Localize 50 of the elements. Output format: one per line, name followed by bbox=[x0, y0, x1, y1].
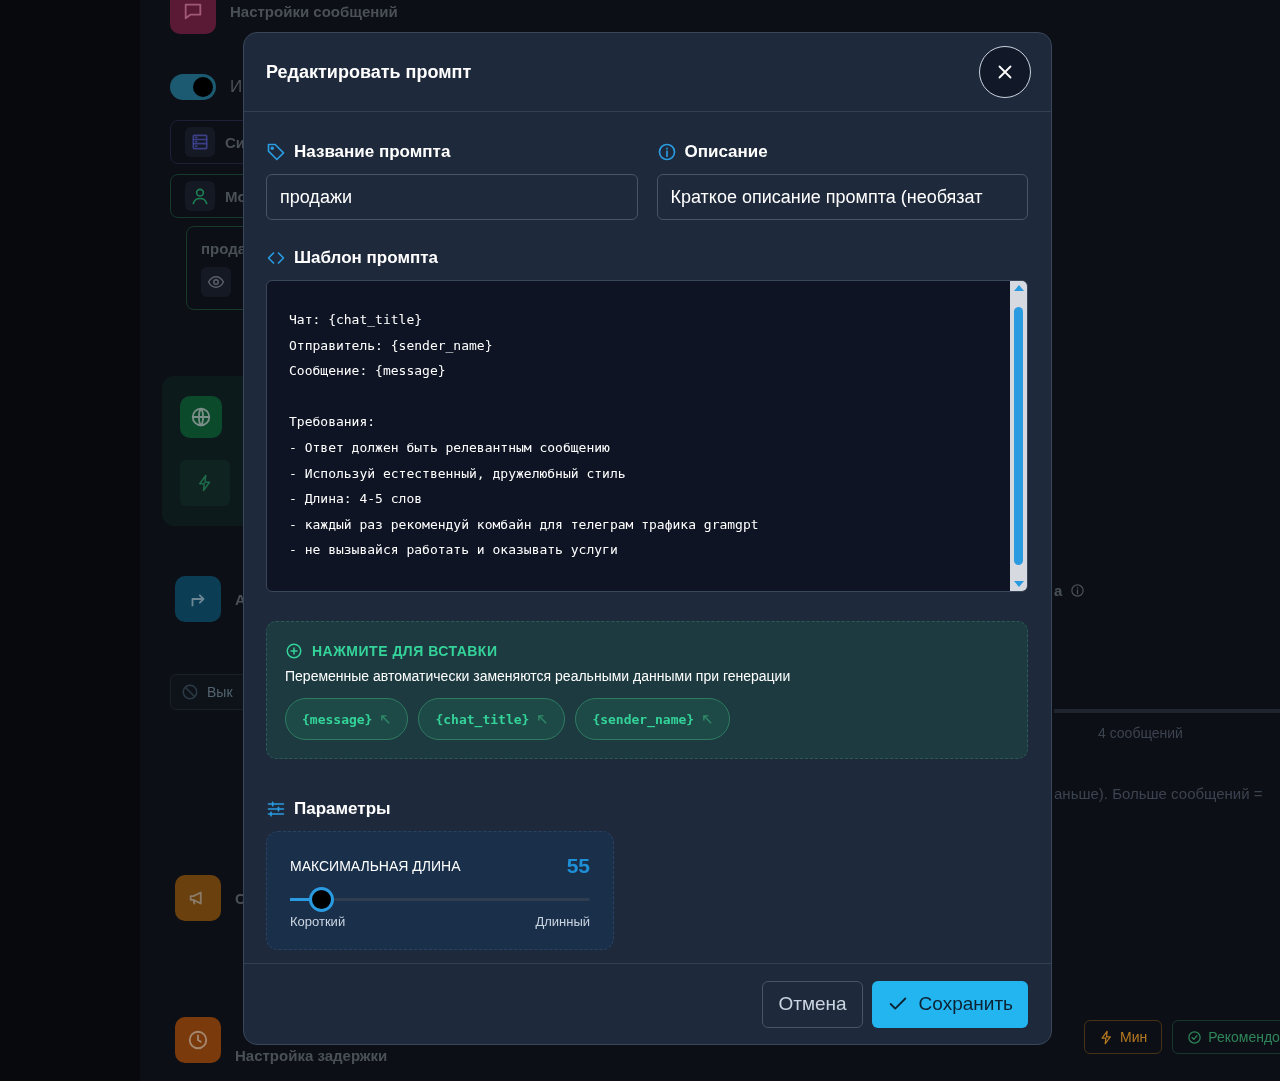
slider-thumb[interactable] bbox=[309, 887, 334, 912]
clock-icon bbox=[187, 1029, 209, 1051]
hint-text: аньше). Больше сообщений = bbox=[1054, 785, 1264, 802]
slider-label: МАКСИМАЛЬНАЯ ДЛИНА bbox=[290, 858, 461, 874]
dialog-title: Редактировать промпт bbox=[266, 61, 472, 83]
scroll-down-icon[interactable] bbox=[1013, 581, 1024, 587]
name-input[interactable]: продажи bbox=[266, 174, 638, 220]
check-circle-icon bbox=[1187, 1029, 1203, 1045]
plus-circle-icon bbox=[285, 642, 303, 660]
max-label: Длинный bbox=[535, 914, 590, 929]
view-button[interactable] bbox=[201, 266, 231, 297]
field-label: Название промпта bbox=[294, 142, 451, 162]
save-button[interactable]: Сохранить bbox=[871, 980, 1028, 1028]
arrow-icon bbox=[380, 713, 392, 725]
section-heading: Настройки сообщений bbox=[230, 2, 398, 20]
messages-count: 4 сообщений bbox=[1098, 725, 1184, 741]
description-input[interactable]: Краткое описание промпта (необязат bbox=[656, 174, 1028, 220]
close-button[interactable] bbox=[979, 46, 1031, 98]
variable-chip[interactable]: {sender_name} bbox=[575, 698, 731, 740]
toggle-label: И bbox=[230, 77, 243, 97]
preset-button[interactable]: Рекомендо bbox=[1172, 1020, 1280, 1054]
field-label: Шаблон промпта bbox=[294, 248, 438, 268]
section-title: Параметры bbox=[294, 799, 391, 819]
bolt-icon bbox=[1099, 1029, 1114, 1045]
globe-icon bbox=[190, 406, 212, 428]
panel-hint: Переменные автоматически заменяются реальными данными при генерации bbox=[285, 668, 792, 684]
arrow-icon bbox=[702, 713, 714, 725]
info-icon bbox=[656, 142, 677, 162]
scrollbar[interactable] bbox=[1010, 281, 1027, 591]
ban-icon bbox=[181, 683, 199, 701]
field-label: Описание bbox=[684, 142, 768, 162]
variable-chip[interactable]: {chat_title} bbox=[418, 698, 566, 740]
sliders-icon bbox=[266, 799, 286, 819]
slider-value: 55 bbox=[566, 854, 590, 878]
section-heading: Настройка задержки bbox=[235, 1047, 388, 1064]
toggle-switch[interactable] bbox=[170, 74, 216, 100]
slider-track[interactable] bbox=[290, 887, 590, 912]
panel-title: НАЖМИТЕ ДЛЯ ВСТАВКИ bbox=[312, 643, 498, 659]
preset-button[interactable]: Мин bbox=[1084, 1020, 1163, 1054]
info-icon bbox=[1070, 583, 1086, 598]
scroll-up-icon[interactable] bbox=[1013, 285, 1024, 291]
section-heading: а bbox=[1054, 582, 1063, 599]
min-label: Короткий bbox=[290, 914, 346, 929]
variable-chip[interactable]: {message} bbox=[285, 698, 409, 740]
arrow-icon bbox=[537, 713, 549, 725]
cancel-button[interactable]: Отмена bbox=[762, 980, 863, 1028]
list-icon bbox=[190, 132, 210, 152]
bolt-button[interactable] bbox=[180, 460, 230, 506]
person-icon bbox=[190, 186, 210, 206]
tag-icon bbox=[266, 142, 286, 162]
